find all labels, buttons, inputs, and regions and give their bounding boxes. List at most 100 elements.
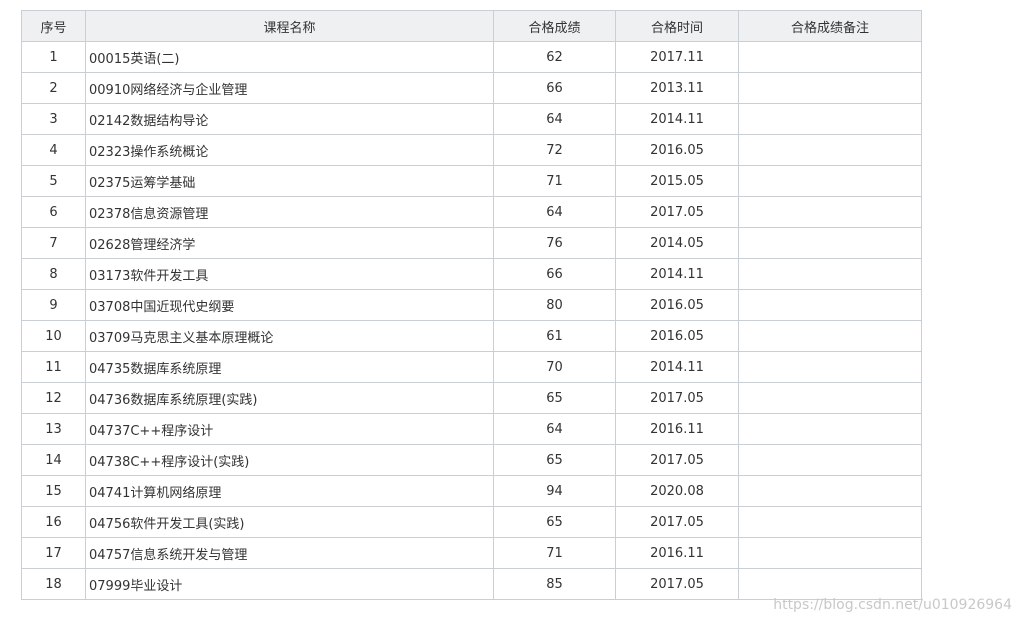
pass-score-cell: 66 [493,258,616,290]
watermark: https://blog.csdn.net/u010926964 [773,597,1012,613]
course-name-cell: 03173软件开发工具 [85,258,494,290]
table-row: 11 04735数据库系统原理 70 2014.11 [21,351,922,383]
pass-score-cell: 65 [493,444,616,476]
score-note-cell [738,165,922,197]
pass-score-cell: 61 [493,320,616,352]
course-name-cell: 04736数据库系统原理(实践) [85,382,494,414]
course-name-cell: 04737C++程序设计 [85,413,494,445]
pass-score-cell: 64 [493,413,616,445]
score-note-cell [738,351,922,383]
pass-date-cell: 2017.05 [615,568,739,600]
course-name-cell: 02628管理经济学 [85,227,494,259]
score-note-cell [738,72,922,104]
row-index-cell: 18 [21,568,86,600]
table-row: 8 03173软件开发工具 66 2014.11 [21,258,922,290]
score-note-cell [738,444,922,476]
pass-date-cell: 2016.11 [615,537,739,569]
score-note-cell [738,103,922,135]
row-index-cell: 9 [21,289,86,321]
row-index-cell: 10 [21,320,86,352]
row-index-cell: 1 [21,41,86,73]
course-name-cell: 02375运筹学基础 [85,165,494,197]
score-note-cell [738,382,922,414]
course-name-cell: 04757信息系统开发与管理 [85,537,494,569]
pass-score-cell: 71 [493,165,616,197]
pass-date-cell: 2014.11 [615,103,739,135]
table-row: 6 02378信息资源管理 64 2017.05 [21,196,922,228]
row-index-cell: 3 [21,103,86,135]
pass-score-cell: 66 [493,72,616,104]
row-index-cell: 13 [21,413,86,445]
row-index-cell: 4 [21,134,86,166]
course-name-cell: 02142数据结构导论 [85,103,494,135]
header-row: 序号 课程名称 合格成绩 合格时间 合格成绩备注 [21,10,922,42]
pass-score-cell: 85 [493,568,616,600]
pass-date-cell: 2017.05 [615,382,739,414]
row-index-cell: 6 [21,196,86,228]
pass-date-cell: 2016.05 [615,289,739,321]
course-name-cell: 04756软件开发工具(实践) [85,506,494,538]
table-row: 13 04737C++程序设计 64 2016.11 [21,413,922,445]
pass-score-cell: 71 [493,537,616,569]
header-pass-date: 合格时间 [615,10,739,42]
grades-table: 序号 课程名称 合格成绩 合格时间 合格成绩备注 1 00015英语(二) 62 20… [21,10,922,600]
pass-date-cell: 2014.11 [615,351,739,383]
score-note-cell [738,134,922,166]
table-row: 17 04757信息系统开发与管理 71 2016.11 [21,537,922,569]
score-note-cell [738,258,922,290]
course-name-cell: 02378信息资源管理 [85,196,494,228]
pass-date-cell: 2017.05 [615,196,739,228]
row-index-cell: 12 [21,382,86,414]
row-index-cell: 14 [21,444,86,476]
course-name-cell: 04738C++程序设计(实践) [85,444,494,476]
pass-date-cell: 2013.11 [615,72,739,104]
pass-score-cell: 80 [493,289,616,321]
score-note-cell [738,289,922,321]
pass-date-cell: 2017.11 [615,41,739,73]
score-note-cell [738,537,922,569]
pass-date-cell: 2017.05 [615,444,739,476]
table-row: 4 02323操作系统概论 72 2016.05 [21,134,922,166]
table-row: 1 00015英语(二) 62 2017.11 [21,41,922,73]
course-name-cell: 07999毕业设计 [85,568,494,600]
pass-date-cell: 2016.05 [615,134,739,166]
course-name-cell: 03708中国近现代史纲要 [85,289,494,321]
table-body: 1 00015英语(二) 62 2017.11 2 00910网络经济与企业管理 66 201… [21,41,922,600]
pass-score-cell: 76 [493,227,616,259]
table-row: 5 02375运筹学基础 71 2015.05 [21,165,922,197]
header-pass-score: 合格成绩 [493,10,616,42]
row-index-cell: 15 [21,475,86,507]
pass-score-cell: 72 [493,134,616,166]
row-index-cell: 7 [21,227,86,259]
course-name-cell: 04741计算机网络原理 [85,475,494,507]
pass-date-cell: 2017.05 [615,506,739,538]
pass-score-cell: 65 [493,506,616,538]
table-row: 14 04738C++程序设计(实践) 65 2017.05 [21,444,922,476]
pass-score-cell: 62 [493,41,616,73]
table-row: 7 02628管理经济学 76 2014.05 [21,227,922,259]
pass-score-cell: 64 [493,103,616,135]
row-index-cell: 2 [21,72,86,104]
header-index: 序号 [21,10,86,42]
score-note-cell [738,506,922,538]
pass-score-cell: 64 [493,196,616,228]
row-index-cell: 8 [21,258,86,290]
table-row: 12 04736数据库系统原理(实践) 65 2017.05 [21,382,922,414]
pass-score-cell: 94 [493,475,616,507]
pass-date-cell: 2015.05 [615,165,739,197]
table-header: 序号 课程名称 合格成绩 合格时间 合格成绩备注 [21,10,922,42]
score-note-cell [738,196,922,228]
score-note-cell [738,413,922,445]
row-index-cell: 17 [21,537,86,569]
table-row: 15 04741计算机网络原理 94 2020.08 [21,475,922,507]
row-index-cell: 16 [21,506,86,538]
course-name-cell: 00910网络经济与企业管理 [85,72,494,104]
pass-score-cell: 70 [493,351,616,383]
table-row: 10 03709马克思主义基本原理概论 61 2016.05 [21,320,922,352]
course-name-cell: 03709马克思主义基本原理概论 [85,320,494,352]
table-row: 18 07999毕业设计 85 2017.05 [21,568,922,600]
pass-date-cell: 2014.11 [615,258,739,290]
course-name-cell: 00015英语(二) [85,41,494,73]
table-row: 3 02142数据结构导论 64 2014.11 [21,103,922,135]
course-name-cell: 04735数据库系统原理 [85,351,494,383]
